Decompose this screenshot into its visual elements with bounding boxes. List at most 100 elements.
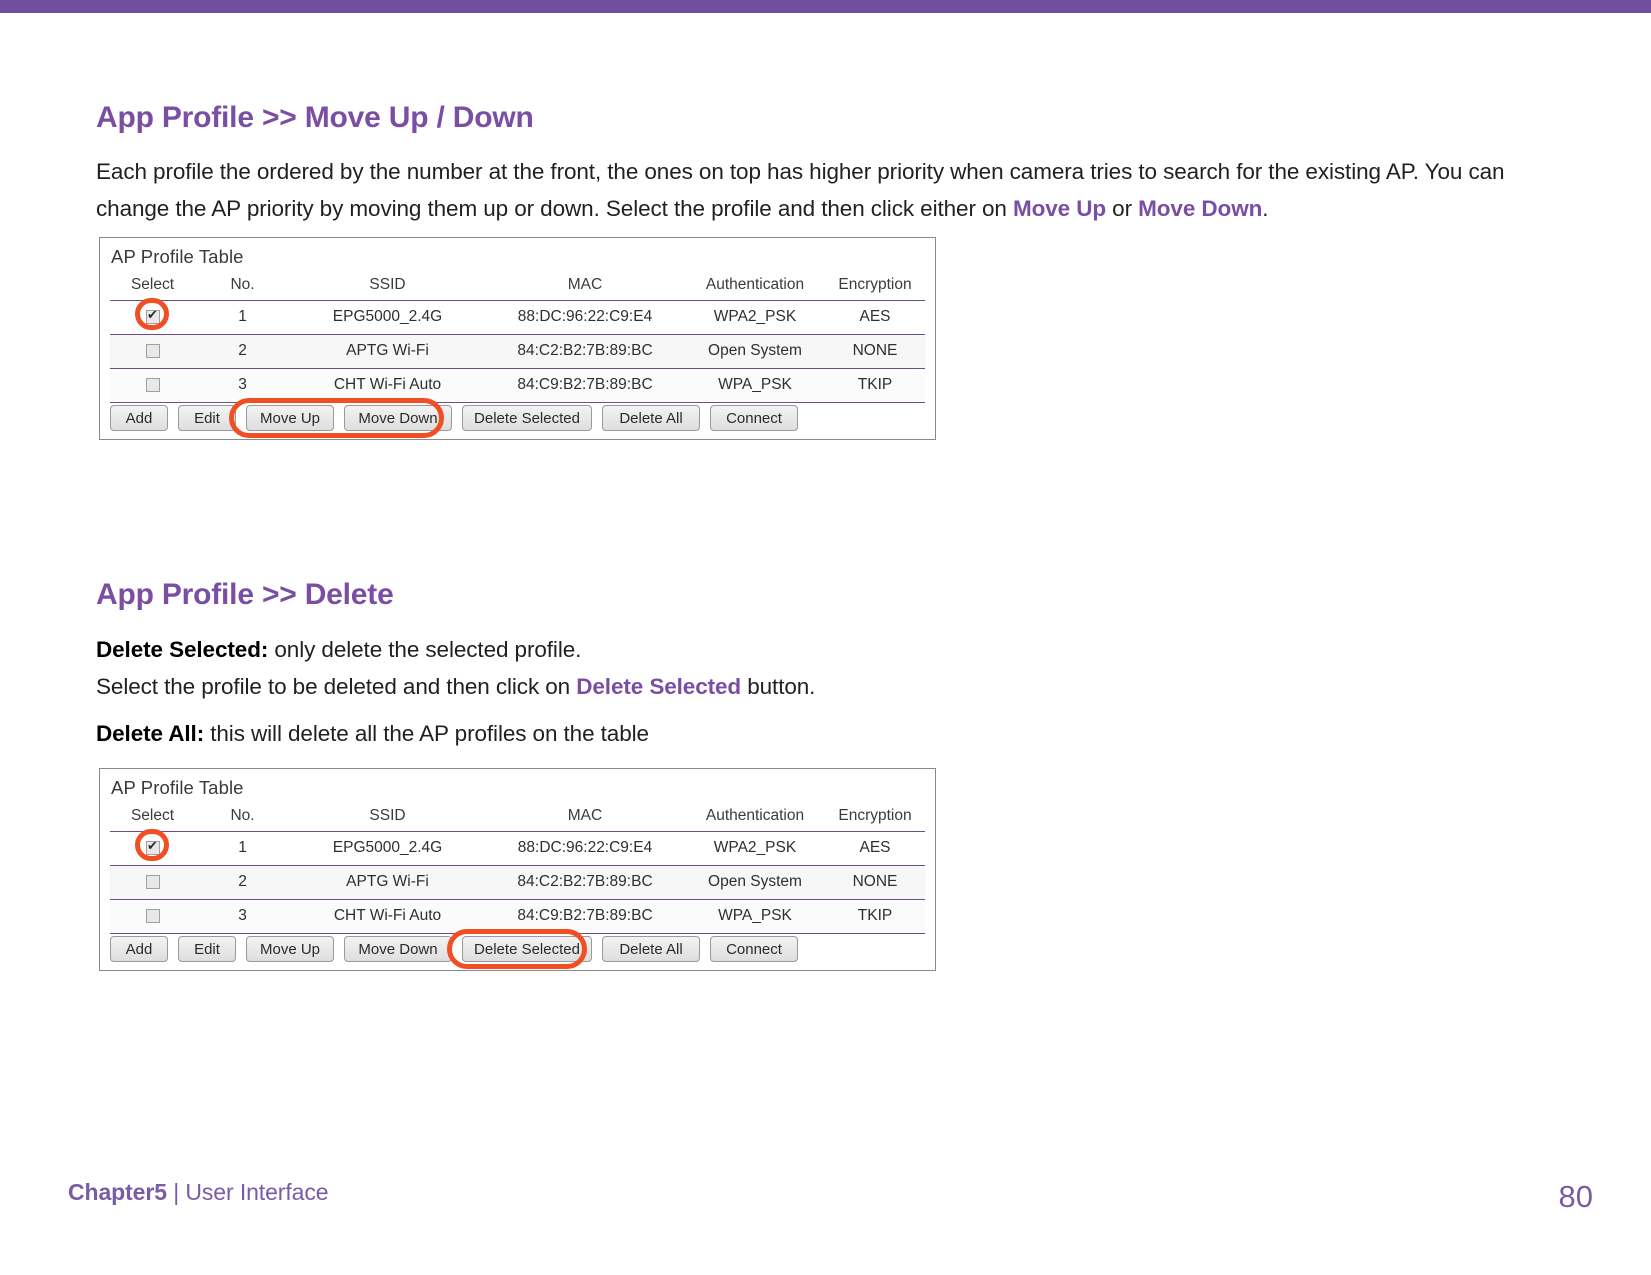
row-checkbox[interactable]	[145, 307, 160, 324]
section-1-paragraph: Each profile the ordered by the number a…	[96, 153, 1556, 227]
ap-profile-table-1: Select No. SSID MAC Authentication Encry…	[110, 272, 925, 403]
footer-chapter-label: Chapter5	[68, 1179, 167, 1205]
column-header-no: No.	[230, 807, 255, 824]
ap-profile-table-title-1: AP Profile Table	[111, 246, 244, 267]
column-header-select: Select	[130, 276, 175, 293]
row-no: 2	[195, 865, 290, 900]
inline-highlight-move-up: Move Up	[1012, 196, 1107, 221]
delete-selected-button[interactable]: Delete Selected	[462, 405, 592, 431]
delete-selected-description: only delete the selected profile.	[268, 637, 582, 662]
row-select-cell[interactable]	[110, 300, 195, 335]
row-authentication: WPA_PSK	[685, 368, 825, 403]
ap-profile-table-screenshot-2: AP Profile Table Select No. SSID MAC Aut…	[99, 768, 936, 971]
row-ssid: EPG5000_2.4G	[290, 300, 485, 335]
edit-button[interactable]: Edit	[178, 936, 236, 962]
row-no: 1	[195, 831, 290, 866]
table-row[interactable]: 2 APTG Wi-Fi 84:C2:B2:7B:89:BC Open Syst…	[110, 334, 925, 369]
ap-profile-table-screenshot-1: AP Profile Table Select No. SSID MAC Aut…	[99, 237, 936, 440]
row-encryption: TKIP	[825, 368, 925, 403]
column-header-ssid: SSID	[369, 807, 406, 824]
paragraph-line-1: Each profile the ordered by the number a…	[96, 159, 1381, 184]
row-ssid: CHT Wi-Fi Auto	[290, 899, 485, 934]
row-select-cell[interactable]	[110, 865, 195, 900]
row-select-cell[interactable]	[110, 334, 195, 369]
row-ssid: CHT Wi-Fi Auto	[290, 368, 485, 403]
row-ssid: APTG Wi-Fi	[290, 334, 485, 369]
row-select-cell[interactable]	[110, 368, 195, 403]
row-ssid: EPG5000_2.4G	[290, 831, 485, 866]
row-checkbox[interactable]	[145, 343, 160, 358]
row-checkbox[interactable]	[145, 377, 160, 392]
delete-all-description: this will delete all the AP profiles on …	[204, 721, 649, 746]
ap-profile-table-2: Select No. SSID MAC Authentication Encry…	[110, 803, 925, 934]
move-down-button[interactable]: Move Down	[344, 936, 452, 962]
connect-button[interactable]: Connect	[710, 405, 798, 431]
row-mac: 84:C2:B2:7B:89:BC	[485, 865, 685, 900]
delete-all-button[interactable]: Delete All	[602, 936, 700, 962]
section-2-paragraph-b: Delete All: this will delete all the AP …	[96, 715, 1556, 752]
table-header-row: Select No. SSID MAC Authentication Encry…	[110, 272, 925, 301]
row-checkbox[interactable]	[145, 874, 160, 889]
row-mac: 84:C9:B2:7B:89:BC	[485, 368, 685, 403]
edit-button[interactable]: Edit	[178, 405, 236, 431]
ap-profile-table-button-row-2: Add Edit Move Up Move Down Delete Select…	[110, 936, 798, 962]
section-2-paragraph-a: Delete Selected: only delete the selecte…	[96, 631, 1556, 705]
column-header-encryption: Encryption	[838, 807, 912, 824]
column-header-no: No.	[230, 276, 255, 293]
row-authentication: WPA_PSK	[685, 899, 825, 934]
row-no: 2	[195, 334, 290, 369]
row-select-cell[interactable]	[110, 831, 195, 866]
footer-section-label: User Interface	[185, 1179, 329, 1205]
paragraph-line-2-part-c: .	[1262, 196, 1269, 221]
ap-profile-table-button-row-1: Add Edit Move Up Move Down Delete Select…	[110, 405, 798, 431]
row-ssid: APTG Wi-Fi	[290, 865, 485, 900]
row-mac: 84:C9:B2:7B:89:BC	[485, 899, 685, 934]
row-authentication: WPA2_PSK	[685, 300, 825, 335]
footer-separator: |	[173, 1179, 180, 1205]
table-row[interactable]: 2 APTG Wi-Fi 84:C2:B2:7B:89:BC Open Syst…	[110, 865, 925, 900]
column-header-mac: MAC	[567, 807, 603, 824]
row-checkbox[interactable]	[145, 908, 160, 923]
row-encryption: AES	[825, 300, 925, 335]
delete-selected-button[interactable]: Delete Selected	[462, 936, 592, 962]
row-select-cell[interactable]	[110, 899, 195, 934]
inline-highlight-move-down: Move Down	[1138, 196, 1263, 221]
table-row[interactable]: 3 CHT Wi-Fi Auto 84:C9:B2:7B:89:BC WPA_P…	[110, 899, 925, 934]
delete-all-button[interactable]: Delete All	[602, 405, 700, 431]
table-row[interactable]: 1 EPG5000_2.4G 88:DC:96:22:C9:E4 WPA2_PS…	[110, 831, 925, 866]
move-up-button[interactable]: Move Up	[246, 405, 334, 431]
table-header-row: Select No. SSID MAC Authentication Encry…	[110, 803, 925, 832]
row-no: 3	[195, 899, 290, 934]
page-content: App Profile >> Move Up / Down Each profi…	[0, 13, 1651, 1275]
column-header-authentication: Authentication	[705, 807, 805, 824]
column-header-ssid: SSID	[369, 276, 406, 293]
delete-all-label: Delete All:	[96, 721, 205, 746]
add-button[interactable]: Add	[110, 405, 168, 431]
add-button[interactable]: Add	[110, 936, 168, 962]
page-number: 80	[1558, 1179, 1593, 1214]
row-authentication: Open System	[685, 865, 825, 900]
row-encryption: AES	[825, 831, 925, 866]
column-header-encryption: Encryption	[838, 276, 912, 293]
section-heading-delete: App Profile >> Delete	[96, 578, 394, 611]
ap-profile-table-title-2: AP Profile Table	[111, 777, 244, 798]
row-mac: 88:DC:96:22:C9:E4	[485, 300, 685, 335]
row-no: 1	[195, 300, 290, 335]
move-down-button[interactable]: Move Down	[344, 405, 452, 431]
row-mac: 88:DC:96:22:C9:E4	[485, 831, 685, 866]
section-heading-move-up-down: App Profile >> Move Up / Down	[96, 101, 534, 134]
delete-selected-label: Delete Selected:	[96, 637, 269, 662]
table-row[interactable]: 3 CHT Wi-Fi Auto 84:C9:B2:7B:89:BC WPA_P…	[110, 368, 925, 403]
column-header-mac: MAC	[567, 276, 603, 293]
table-row[interactable]: 1 EPG5000_2.4G 88:DC:96:22:C9:E4 WPA2_PS…	[110, 300, 925, 335]
footer-breadcrumb: Chapter5 | User Interface	[68, 1179, 329, 1206]
column-header-select: Select	[130, 807, 175, 824]
row-mac: 84:C2:B2:7B:89:BC	[485, 334, 685, 369]
column-header-authentication: Authentication	[705, 276, 805, 293]
row-encryption: TKIP	[825, 899, 925, 934]
row-no: 3	[195, 368, 290, 403]
connect-button[interactable]: Connect	[710, 936, 798, 962]
move-up-button[interactable]: Move Up	[246, 936, 334, 962]
row-authentication: WPA2_PSK	[685, 831, 825, 866]
row-checkbox[interactable]	[145, 838, 160, 855]
